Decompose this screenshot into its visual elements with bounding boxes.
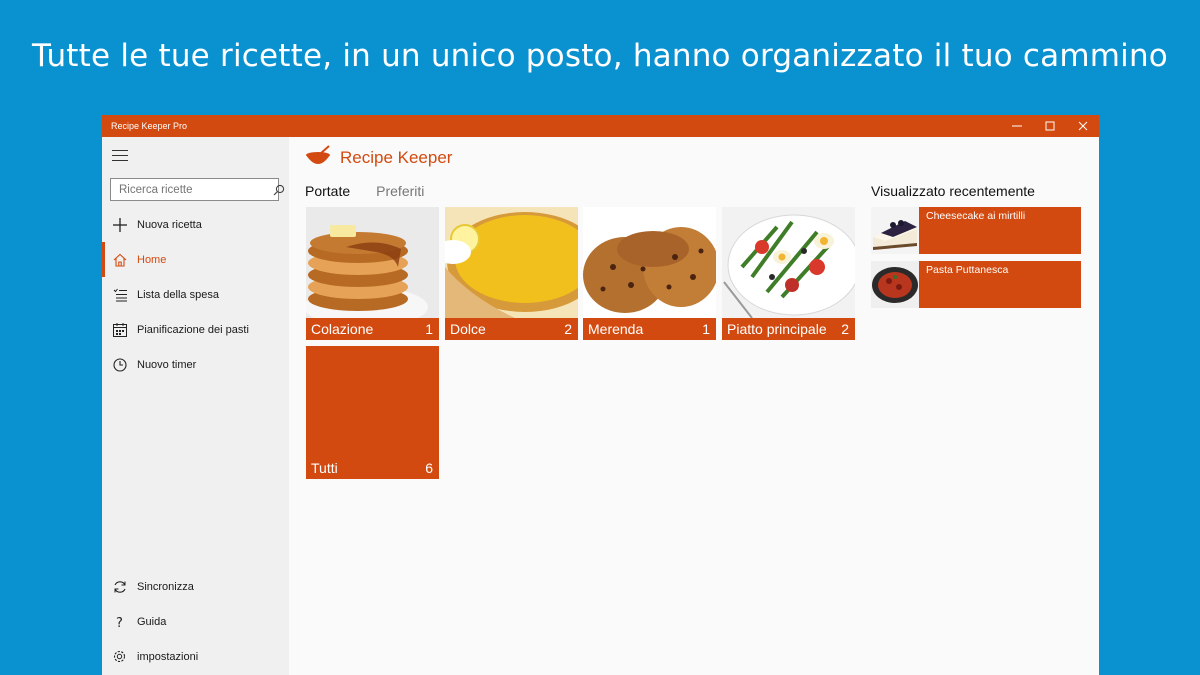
recent-title: Visualizzato recentemente	[871, 183, 1035, 199]
pasta-thumb	[871, 261, 919, 308]
lemon-tart-image	[445, 207, 578, 318]
search-input[interactable]	[119, 183, 273, 196]
sidebar-item-settings[interactable]: impostazioni	[102, 639, 289, 674]
search-icon[interactable]	[273, 179, 285, 200]
recent-item[interactable]: Pasta Puttanesca	[871, 261, 1081, 308]
tile-footer: Tutti 6	[306, 457, 439, 479]
tab-courses[interactable]: Portate	[305, 183, 350, 199]
tile-count: 2	[564, 321, 572, 337]
window-title: Recipe Keeper Pro	[111, 121, 188, 131]
sidebar-item-help[interactable]: ? Guida	[102, 604, 289, 639]
tile-count: 6	[425, 460, 433, 476]
tile-label: Tutti	[311, 460, 338, 476]
recent-item[interactable]: Cheesecake ai mirtilli	[871, 207, 1081, 254]
hamburger-menu-icon[interactable]	[112, 150, 128, 162]
recent-item-label: Cheesecake ai mirtilli	[926, 210, 1026, 222]
clock-icon	[102, 347, 137, 382]
sidebar-item-new-timer[interactable]: Nuovo timer	[102, 347, 289, 382]
tile-footer: Colazione 1	[306, 318, 439, 340]
tile-label: Merenda	[588, 321, 644, 337]
app-window: Recipe Keeper Pro Nuova ricetta	[102, 115, 1099, 675]
help-icon: ?	[102, 604, 137, 639]
checklist-icon	[102, 277, 137, 312]
tile-count: 1	[425, 321, 433, 337]
plus-icon	[102, 207, 137, 242]
sidebar-item-home[interactable]: Home	[102, 242, 289, 277]
sidebar: Nuova ricetta Home Lista della spesa Pia…	[102, 137, 289, 675]
cookies-image	[583, 207, 716, 318]
sidebar-item-meal-planning[interactable]: Pianificazione dei pasti	[102, 312, 289, 347]
minimize-icon[interactable]	[1000, 115, 1033, 137]
sidebar-item-label: Lista della spesa	[137, 288, 219, 301]
sidebar-item-label: Guida	[137, 615, 167, 628]
main-content: Recipe Keeper Portate Preferiti Colazion…	[289, 137, 1099, 675]
tile-label: Colazione	[311, 321, 374, 337]
category-tile-all[interactable]: Tutti 6	[306, 346, 439, 479]
sidebar-item-new-recipe[interactable]: Nuova ricetta	[102, 207, 289, 242]
cheesecake-thumb	[871, 207, 919, 254]
home-icon	[102, 242, 137, 277]
tile-label: Dolce	[450, 321, 486, 337]
sidebar-item-shopping-list[interactable]: Lista della spesa	[102, 277, 289, 312]
category-tile-dessert[interactable]: Dolce 2	[445, 207, 578, 340]
search-box	[110, 178, 285, 201]
tab-bar: Portate Preferiti	[305, 183, 450, 199]
headline: Tutte le tue ricette, in un unico posto,…	[32, 38, 1168, 74]
salad-image	[722, 207, 855, 318]
bowl-logo-icon	[305, 144, 331, 172]
tab-favorites[interactable]: Preferiti	[376, 183, 424, 199]
svg-text:?: ?	[116, 616, 123, 629]
tile-footer: Piatto principale 2	[722, 318, 855, 340]
tile-footer: Merenda 1	[583, 318, 716, 340]
close-icon[interactable]	[1066, 115, 1099, 137]
recent-item-label: Pasta Puttanesca	[926, 264, 1009, 276]
tile-label: Piatto principale	[727, 321, 827, 337]
calendar-icon	[102, 312, 137, 347]
tile-count: 2	[841, 321, 849, 337]
sidebar-item-label: Home	[137, 253, 167, 266]
sidebar-item-label: Pianificazione dei pasti	[137, 323, 249, 336]
sidebar-item-label: Nuovo timer	[137, 358, 197, 371]
tile-count: 1	[702, 321, 710, 337]
sync-icon	[102, 569, 137, 604]
maximize-icon[interactable]	[1033, 115, 1066, 137]
window-controls	[1000, 115, 1099, 137]
app-name: Recipe Keeper	[340, 148, 453, 167]
gear-icon	[102, 639, 137, 674]
pancakes-image	[306, 207, 439, 318]
category-tile-snack[interactable]: Merenda 1	[583, 207, 716, 340]
category-tile-breakfast[interactable]: Colazione 1	[306, 207, 439, 340]
category-tile-main-course[interactable]: Piatto principale 2	[722, 207, 855, 340]
sidebar-item-label: impostazioni	[137, 650, 199, 663]
tile-footer: Dolce 2	[445, 318, 578, 340]
app-brand: Recipe Keeper	[305, 143, 452, 173]
title-bar: Recipe Keeper Pro	[102, 115, 1099, 137]
sidebar-item-sync[interactable]: Sincronizza	[102, 569, 289, 604]
sidebar-item-label: Sincronizza	[137, 580, 194, 593]
sidebar-item-label: Nuova ricetta	[137, 218, 202, 231]
